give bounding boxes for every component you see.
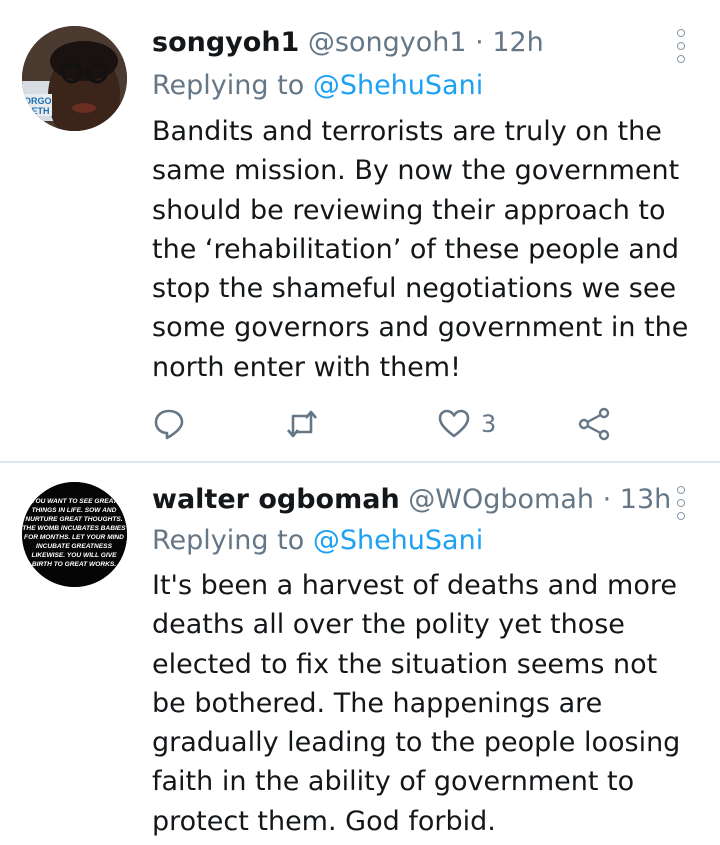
svg-text:BIRTH TO GREAT WORKS.: BIRTH TO GREAT WORKS. [32,561,116,568]
replying-to: Replying to @ShehuSani [152,69,483,103]
avatar[interactable]: ORGO METH [22,26,127,131]
tweet-header: songyoh1 @songyoh1 · 12h [152,26,544,60]
avatar-quote-image: YOU WANT TO SEE GREAT THINGS IN LIFE. SO… [22,482,127,587]
like-count: 3 [481,410,497,438]
tweet-wogbomah[interactable]: YOU WANT TO SEE GREAT THINGS IN LIFE. SO… [0,463,720,845]
display-name[interactable]: songyoh1 [152,27,299,58]
more-options-icon[interactable] [675,486,687,520]
mention-link[interactable]: @ShehuSani [313,525,483,556]
reply-icon [154,409,184,440]
reply-button[interactable] [152,406,186,442]
mention-link[interactable]: @ShehuSani [313,70,483,101]
share-icon [578,407,610,441]
tweet-text: Bandits and terrorists are truly on the … [152,116,697,383]
replying-prefix: Replying to [152,525,305,556]
separator: · [475,27,484,58]
tweet-actions: 3 [152,406,632,442]
svg-text:LIKEWISE. YOU WILL GIVE: LIKEWISE. YOU WILL GIVE [31,552,117,559]
timestamp[interactable]: 13h [620,484,671,515]
svg-text:FOR MONTHS. LET YOUR MIND: FOR MONTHS. LET YOUR MIND [24,534,124,541]
avatar-photo: ORGO METH [22,26,127,131]
tweet-songyoh1[interactable]: ORGO METH songyoh1 @songyoh1 · 12h Reply… [0,0,720,462]
retweet-button[interactable] [285,406,319,442]
svg-text:METH: METH [24,106,50,116]
display-name[interactable]: walter ogbomah [152,484,400,515]
avatar[interactable]: YOU WANT TO SEE GREAT THINGS IN LIFE. SO… [22,482,127,587]
user-handle[interactable]: @songyoh1 [308,27,467,58]
retweet-icon [287,410,317,438]
svg-text:NURTURE GREAT THOUGHTS.: NURTURE GREAT THOUGHTS. [25,516,122,523]
replying-to: Replying to @ShehuSani [152,524,483,558]
tweet-text: It's been a harvest of deaths and more d… [152,570,689,837]
share-button[interactable] [577,406,611,442]
user-handle[interactable]: @WOgbomah [408,484,594,515]
more-options-icon[interactable] [675,29,687,63]
heart-icon [438,409,470,438]
svg-text:YOU WANT TO SEE GREAT: YOU WANT TO SEE GREAT [31,498,118,505]
timestamp[interactable]: 12h [492,27,543,58]
avatar-logo-text: ORGO [24,96,52,106]
svg-text:INCUBATE GREATNESS: INCUBATE GREATNESS [36,543,113,550]
svg-text:THINGS IN LIFE. SOW AND: THINGS IN LIFE. SOW AND [32,507,117,514]
svg-text:THE WOMB INCUBATES BABIES: THE WOMB INCUBATES BABIES [22,525,126,532]
separator: · [602,484,612,515]
tweet-header: walter ogbomah @WOgbomah · 13h [152,483,671,517]
like-button[interactable]: 3 [437,406,496,442]
replying-prefix: Replying to [152,70,305,101]
